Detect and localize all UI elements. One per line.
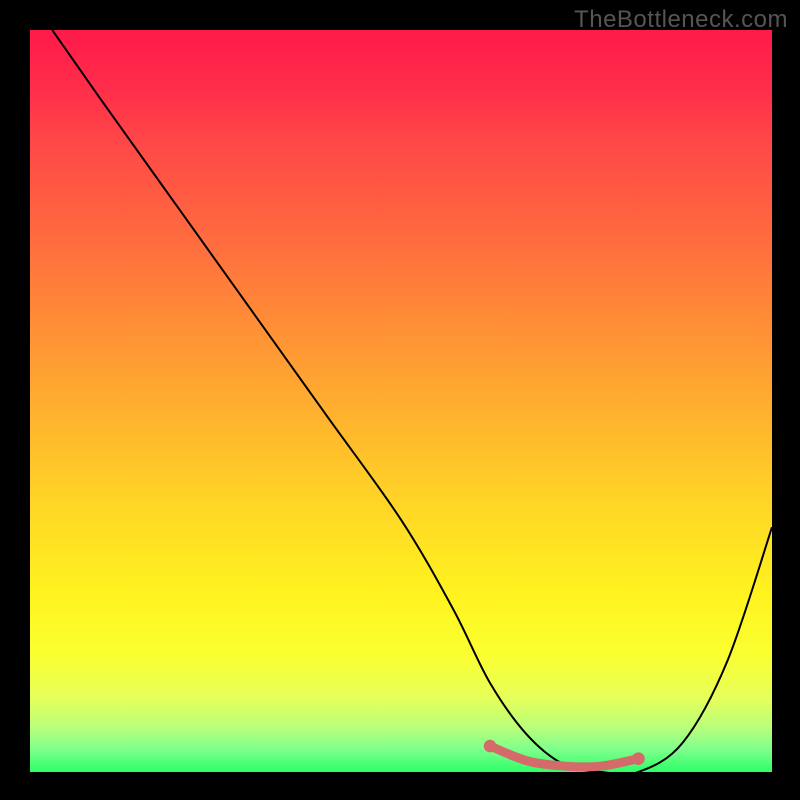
watermark-text: TheBottleneck.com [574,6,788,34]
bottleneck-curve-line [52,30,772,772]
chart-svg [30,30,772,772]
optimal-start-dot [484,740,497,753]
chart-plot-area [30,30,772,772]
optimal-end-dot [632,752,645,765]
optimal-range-line [490,746,638,767]
